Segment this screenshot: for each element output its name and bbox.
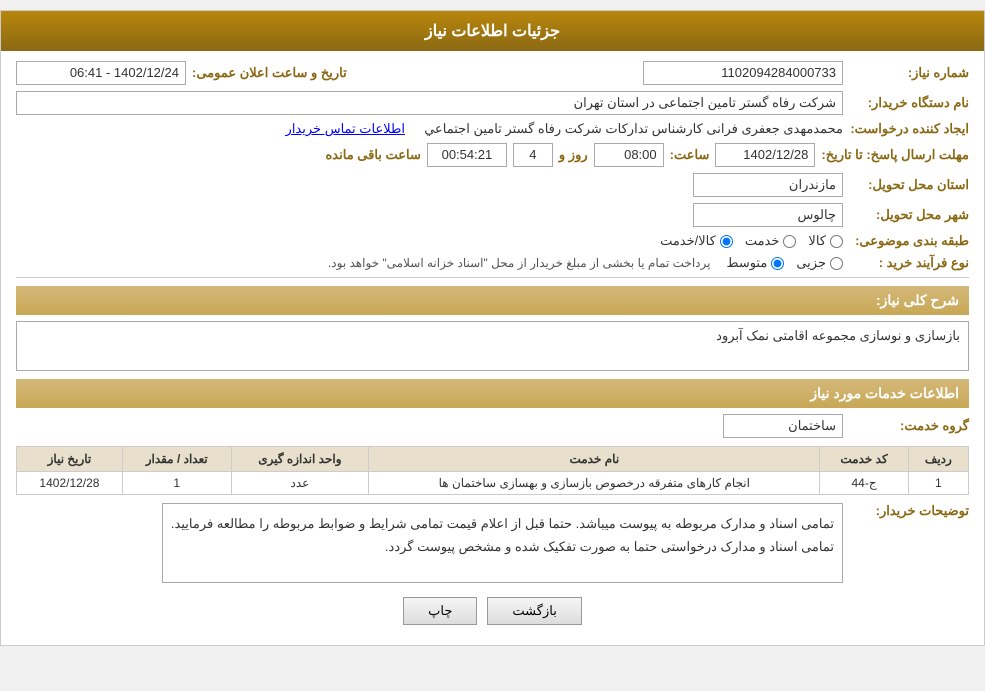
category-row: طبقه بندی موضوعی: کالا خدمت کالا/خدمت bbox=[16, 233, 969, 249]
creator-name: محمدمهدی جعفری فرانی کارشناس تداركات شرك… bbox=[424, 121, 843, 137]
radio-motevaset-input[interactable] bbox=[771, 257, 784, 270]
buyer-org-label: نام دستگاه خریدار: bbox=[849, 95, 969, 111]
radio-jozi: جزیی bbox=[796, 255, 843, 271]
service-group-label: گروه خدمت: bbox=[849, 418, 969, 434]
description-box: بازسازی و نوسازی مجموعه اقامتی نمک آبرود bbox=[16, 321, 969, 371]
creator-row: ایجاد کننده درخواست: محمدمهدی جعفری فران… bbox=[16, 121, 969, 137]
col-unit: واحد اندازه گیری bbox=[231, 447, 369, 472]
buyer-notes-row: توضیحات خریدار: تمامی اسناد و مدارک مربو… bbox=[16, 503, 969, 583]
creator-label: ایجاد کننده درخواست: bbox=[849, 121, 969, 137]
city-label: شهر محل تحویل: bbox=[849, 207, 969, 223]
need-number-value: 1102094284000733 bbox=[643, 61, 843, 85]
page-header: جزئیات اطلاعات نیاز bbox=[1, 11, 984, 51]
radio-kala: کالا bbox=[808, 233, 843, 249]
cell-date: 1402/12/28 bbox=[17, 472, 123, 495]
service-group-value: ساختمان bbox=[723, 414, 843, 438]
purchase-type-note: پرداخت تمام یا بخشی از مبلغ خریدار از مح… bbox=[328, 256, 711, 270]
col-row: ردیف bbox=[908, 447, 968, 472]
radio-jozi-label: جزیی bbox=[796, 255, 826, 271]
service-group-row: گروه خدمت: ساختمان bbox=[16, 414, 969, 438]
col-date: تاریخ نیاز bbox=[17, 447, 123, 472]
buyer-notes-label: توضیحات خریدار: bbox=[849, 503, 969, 519]
buyer-notes-box: تمامی اسناد و مدارک مربوطه به پیوست میبا… bbox=[162, 503, 843, 583]
cell-name: انجام کارهای متفرقه درخصوص بازسازی و بهس… bbox=[369, 472, 820, 495]
radio-khadamat-input[interactable] bbox=[783, 235, 796, 248]
table-row: 1ج-44انجام کارهای متفرقه درخصوص بازسازی … bbox=[17, 472, 969, 495]
radio-kala-khadamat: کالا/خدمت bbox=[660, 233, 733, 249]
col-code: کد خدمت bbox=[820, 447, 908, 472]
services-section-header: اطلاعات خدمات مورد نیاز bbox=[16, 379, 969, 408]
province-row: استان محل تحویل: مازندران bbox=[16, 173, 969, 197]
radio-khadamat-label: خدمت bbox=[745, 233, 780, 249]
col-qty: تعداد / مقدار bbox=[122, 447, 231, 472]
purchase-type-row: نوع فرآیند خرید : جزیی متوسط پرداخت تمام… bbox=[16, 255, 969, 271]
radio-khadamat: خدمت bbox=[745, 233, 797, 249]
announce-label: تاریخ و ساعت اعلان عمومی: bbox=[192, 65, 347, 81]
province-value: مازندران bbox=[693, 173, 843, 197]
city-row: شهر محل تحویل: چالوس bbox=[16, 203, 969, 227]
services-header-text: اطلاعات خدمات مورد نیاز bbox=[810, 385, 959, 401]
button-area: بازگشت چاپ bbox=[16, 597, 969, 625]
radio-kala-khadamat-input[interactable] bbox=[720, 235, 733, 248]
cell-code: ج-44 bbox=[820, 472, 908, 495]
purchase-type-radio-group: جزیی متوسط bbox=[726, 255, 843, 271]
deadline-label: مهلت ارسال پاسخ: تا تاریخ: bbox=[821, 147, 969, 163]
category-radio-group: کالا خدمت کالا/خدمت bbox=[660, 233, 843, 249]
cell-row: 1 bbox=[908, 472, 968, 495]
radio-kala-label: کالا bbox=[808, 233, 826, 249]
page-title: جزئیات اطلاعات نیاز bbox=[425, 23, 560, 40]
radio-jozi-input[interactable] bbox=[830, 257, 843, 270]
category-label: طبقه بندی موضوعی: bbox=[849, 233, 969, 249]
need-number-row: شماره نیاز: 1102094284000733 تاریخ و ساع… bbox=[16, 61, 969, 85]
content-area: شماره نیاز: 1102094284000733 تاریخ و ساع… bbox=[1, 51, 984, 645]
cell-qty: 1 bbox=[122, 472, 231, 495]
buyer-notes-line1: تمامی اسناد و مدارک مربوطه به پیوست میبا… bbox=[171, 512, 834, 535]
radio-kala-khadamat-label: کالا/خدمت bbox=[660, 233, 716, 249]
print-button[interactable]: چاپ bbox=[403, 597, 477, 625]
description-value: بازسازی و نوسازی مجموعه اقامتی نمک آبرود bbox=[716, 328, 960, 343]
contact-link[interactable]: اطلاعات تماس خریدار bbox=[286, 121, 405, 137]
deadline-time: 08:00 bbox=[594, 143, 664, 167]
need-number-label: شماره نیاز: bbox=[849, 65, 969, 81]
page-wrapper: جزئیات اطلاعات نیاز شماره نیاز: 11020942… bbox=[0, 10, 985, 646]
city-value: چالوس bbox=[693, 203, 843, 227]
buyer-org-value: شرکت رفاه گستر تامین اجتماعی در استان ته… bbox=[16, 91, 843, 115]
days-label: روز و bbox=[559, 147, 588, 163]
deadline-days: 4 bbox=[513, 143, 553, 167]
cell-unit: عدد bbox=[231, 472, 369, 495]
buyer-org-row: نام دستگاه خریدار: شرکت رفاه گستر تامین … bbox=[16, 91, 969, 115]
announce-value: 1402/12/24 - 06:41 bbox=[16, 61, 186, 85]
deadline-row: مهلت ارسال پاسخ: تا تاریخ: 1402/12/28 سا… bbox=[16, 143, 969, 167]
province-label: استان محل تحویل: bbox=[849, 177, 969, 193]
table-header-row: ردیف کد خدمت نام خدمت واحد اندازه گیری ت… bbox=[17, 447, 969, 472]
back-button[interactable]: بازگشت bbox=[487, 597, 581, 625]
services-table: ردیف کد خدمت نام خدمت واحد اندازه گیری ت… bbox=[16, 446, 969, 495]
buyer-notes-line2: تمامی اسناد و مدارک درخواستی حتما به صور… bbox=[171, 535, 834, 558]
col-name: نام خدمت bbox=[369, 447, 820, 472]
deadline-remaining: 00:54:21 bbox=[427, 143, 507, 167]
description-label: شرح کلی نیاز: bbox=[876, 292, 959, 308]
purchase-type-label: نوع فرآیند خرید : bbox=[849, 255, 969, 271]
remaining-label: ساعت باقی مانده bbox=[326, 147, 421, 163]
radio-motevaset: متوسط bbox=[726, 255, 784, 271]
deadline-date: 1402/12/28 bbox=[715, 143, 815, 167]
radio-kala-input[interactable] bbox=[830, 235, 843, 248]
radio-motevaset-label: متوسط bbox=[726, 255, 767, 271]
time-label: ساعت: bbox=[670, 147, 710, 163]
description-section-header: شرح کلی نیاز: bbox=[16, 286, 969, 315]
